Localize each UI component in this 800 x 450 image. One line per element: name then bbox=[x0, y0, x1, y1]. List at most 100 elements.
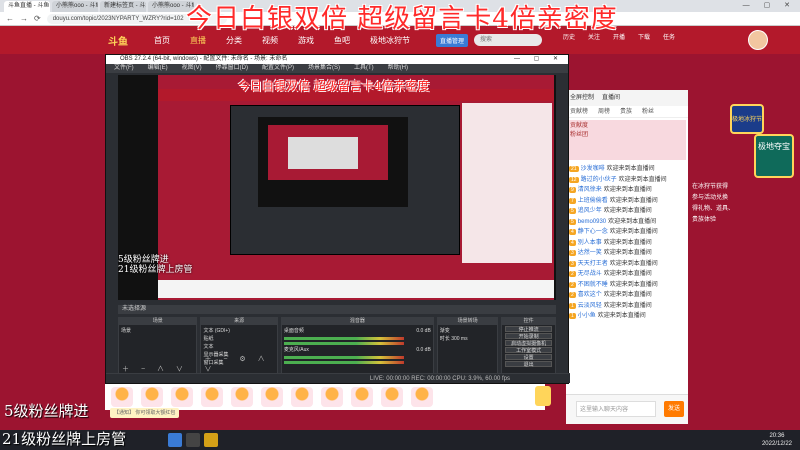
gift-item[interactable] bbox=[141, 387, 163, 407]
gift-item[interactable] bbox=[231, 387, 253, 407]
chat-header: 全屏控制 直播间 bbox=[566, 90, 688, 106]
live-manage-button[interactable]: 直播管理 bbox=[436, 33, 469, 47]
reload-icon[interactable]: ⟳ bbox=[34, 14, 41, 23]
obs-taskbar-icon[interactable] bbox=[186, 433, 200, 447]
browser-tab[interactable]: 小熊熊ooo - 斗鱼 bbox=[52, 1, 98, 12]
download-icon[interactable]: 下载 bbox=[635, 32, 653, 41]
menu-profile[interactable]: 配置文件(P) bbox=[262, 64, 294, 73]
site-logo[interactable]: 斗鱼 bbox=[108, 33, 154, 48]
menu-docks[interactable]: 停靠窗口(D) bbox=[216, 64, 248, 73]
duration-field[interactable]: 300 ms bbox=[451, 336, 467, 342]
menu-file[interactable]: 文件(F) bbox=[114, 64, 134, 73]
transition-select[interactable]: 渐变 bbox=[440, 327, 496, 335]
chat-username[interactable]: bemo0930 bbox=[578, 219, 606, 225]
volume-meter[interactable] bbox=[283, 342, 404, 345]
menu-tools[interactable]: 工具(T) bbox=[354, 64, 374, 73]
chat-header-item[interactable]: 全屏控制 bbox=[570, 90, 594, 106]
chat-username[interactable]: 不困就不睡 bbox=[578, 282, 608, 288]
tab-weekly[interactable]: 周榜 bbox=[598, 106, 610, 117]
chat-username[interactable]: 达然一笑 bbox=[578, 250, 602, 256]
fan-badge: 1 bbox=[569, 302, 576, 309]
notice-banner[interactable]: 【通知】 你可领取大额红包 bbox=[110, 408, 180, 418]
send-button[interactable]: 发送 bbox=[664, 401, 684, 417]
task-icon[interactable]: 任务 bbox=[660, 32, 678, 41]
gift-item[interactable] bbox=[111, 387, 133, 407]
event-badge[interactable]: 极地冰狩节 bbox=[730, 104, 764, 134]
chat-header-item[interactable]: 直播间 bbox=[602, 90, 620, 106]
folder-taskbar-icon[interactable] bbox=[204, 433, 218, 447]
gift-item[interactable] bbox=[321, 387, 343, 407]
volume-meter[interactable] bbox=[283, 356, 404, 359]
preview-nested-window bbox=[288, 137, 358, 169]
chat-username[interactable]: 路过的小伙子 bbox=[581, 177, 617, 183]
gift-item[interactable] bbox=[381, 387, 403, 407]
virtual-camera-button[interactable]: 启动虚拟摄像机 bbox=[505, 340, 552, 347]
nav-event[interactable]: 极地冰狩节 bbox=[370, 35, 410, 46]
forward-icon[interactable]: → bbox=[20, 14, 28, 23]
gift-item[interactable] bbox=[201, 387, 223, 407]
source-item[interactable]: 文本 (GDI+) bbox=[203, 327, 274, 335]
preview-bottom-line: 21级粉丝牌上房管 bbox=[118, 265, 193, 275]
event-line: 得礼物、道具、 bbox=[692, 206, 735, 212]
gift-item[interactable] bbox=[411, 387, 433, 407]
nav-game[interactable]: 游戏 bbox=[298, 35, 314, 46]
gift-item[interactable] bbox=[351, 387, 373, 407]
exit-button[interactable]: 退出 bbox=[505, 361, 552, 368]
duration-label: 时长 bbox=[439, 336, 450, 342]
gift-item[interactable] bbox=[171, 387, 193, 407]
back-icon[interactable]: ← bbox=[6, 14, 14, 23]
chat-username[interactable]: 静下心一念 bbox=[578, 229, 608, 235]
browser-tab[interactable]: 斗鱼直播 - 斗鱼 bbox=[4, 1, 50, 12]
source-toolbar-buttons[interactable]: ＋ − ⚙ ∧ ∨ bbox=[204, 354, 276, 374]
tab-contribution[interactable]: 贡献榜 bbox=[570, 106, 588, 117]
browser-tab[interactable]: 新建标签页 - 斗鱼 bbox=[100, 1, 146, 12]
menu-view[interactable]: 视图(V) bbox=[182, 64, 202, 73]
chat-username[interactable]: 云淡风轻 bbox=[578, 303, 602, 309]
chat-username[interactable]: 喜欢这个 bbox=[578, 292, 602, 298]
start-record-button[interactable]: 开始录制 bbox=[505, 333, 552, 340]
nav-home[interactable]: 首页 bbox=[154, 35, 170, 46]
obs-preview[interactable]: 今日白银双倍 超级留言卡4倍亲密度 5级粉丝牌进 21级粉丝牌上房管 bbox=[118, 75, 556, 300]
gift-treasure-icon[interactable] bbox=[535, 386, 551, 406]
chat-message: 2 喜欢这个 欢迎来到本直播间 bbox=[569, 290, 685, 301]
source-item[interactable]: 文本 bbox=[203, 343, 274, 351]
fan-badge: 21 bbox=[569, 166, 579, 172]
menu-edit[interactable]: 编辑(E) bbox=[148, 64, 168, 73]
volume-meter[interactable] bbox=[283, 361, 404, 364]
nav-video[interactable]: 视频 bbox=[262, 35, 278, 46]
chat-username[interactable]: 别人本事 bbox=[578, 240, 602, 246]
chat-username[interactable]: 追风少年 bbox=[578, 208, 602, 214]
volume-meter[interactable] bbox=[283, 337, 404, 340]
fan-club-line: 粉丝团 bbox=[570, 132, 589, 138]
gift-item[interactable] bbox=[291, 387, 313, 407]
nav-yuba[interactable]: 鱼吧 bbox=[334, 35, 350, 46]
tab-fans[interactable]: 粉丝 bbox=[642, 106, 654, 117]
chat-message: 9 清风徐来 欢迎来到本直播间 bbox=[569, 185, 685, 196]
chat-username[interactable]: 小小鱼 bbox=[578, 313, 596, 319]
settings-button[interactable]: 设置 bbox=[505, 354, 552, 361]
nav-live[interactable]: 直播 bbox=[190, 35, 206, 46]
gift-item[interactable] bbox=[261, 387, 283, 407]
chat-username[interactable]: 沙发咖啡 bbox=[581, 166, 605, 172]
browser-taskbar-icon[interactable] bbox=[168, 433, 182, 447]
chat-username[interactable]: 清风徐来 bbox=[578, 187, 602, 193]
chat-input[interactable]: 这里输入聊天内容 bbox=[576, 401, 656, 417]
search-input[interactable]: 搜索 bbox=[474, 34, 542, 46]
stop-stream-button[interactable]: 停止推流 bbox=[505, 326, 552, 333]
window-controls[interactable]: — ▢ ✕ bbox=[743, 1, 796, 9]
menu-scene-collection[interactable]: 场景集合(S) bbox=[308, 64, 340, 73]
chat-username[interactable]: 天天打王者 bbox=[578, 261, 608, 267]
treasure-badge[interactable]: 极地夺宝 bbox=[754, 134, 794, 178]
obs-window-controls[interactable]: — ▢ ✕ bbox=[514, 55, 564, 64]
nav-category[interactable]: 分类 bbox=[226, 35, 242, 46]
menu-help[interactable]: 帮助(H) bbox=[388, 64, 408, 73]
chat-username[interactable]: 上班偷偷看 bbox=[578, 198, 608, 204]
tab-noble[interactable]: 贵族 bbox=[620, 106, 632, 117]
fan-club-box[interactable]: 贡献度 粉丝团 bbox=[568, 120, 686, 160]
source-item[interactable]: 贴纸 bbox=[203, 335, 274, 343]
chat-message: 4 静下心一念 欢迎来到本直播间 bbox=[569, 227, 685, 238]
scene-item[interactable]: 场景 bbox=[121, 327, 194, 335]
studio-mode-button[interactable]: 工作室模式 bbox=[505, 347, 552, 354]
chat-username[interactable]: 无尽战斗 bbox=[578, 271, 602, 277]
avatar[interactable] bbox=[748, 30, 768, 50]
